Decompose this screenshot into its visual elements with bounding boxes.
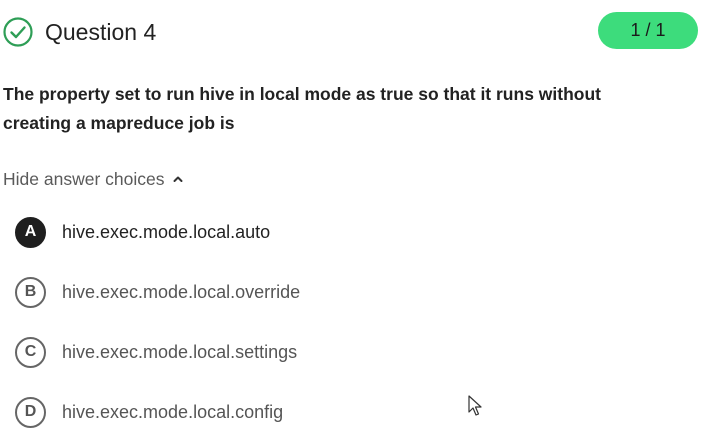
question-prompt-line-1: The property set to run hive in local mo… xyxy=(3,84,601,104)
hide-answer-choices-toggle[interactable]: Hide answer choices xyxy=(3,167,184,191)
choice-letter-badge: D xyxy=(15,396,46,428)
choice-letter-badge: C xyxy=(15,336,46,368)
choice-letter-badge: B xyxy=(15,276,46,308)
question-title: Question 4 xyxy=(45,19,157,45)
question-prompt: The property set to run hive in local mo… xyxy=(3,80,693,138)
question-prompt-line-2: creating a mapreduce job is xyxy=(3,113,235,133)
answer-choice-d[interactable]: D hive.exec.mode.local.config xyxy=(15,395,283,429)
answer-choice-a[interactable]: A hive.exec.mode.local.auto xyxy=(15,215,270,249)
mouse-pointer-icon xyxy=(468,395,482,416)
toggle-label: Hide answer choices xyxy=(3,169,165,189)
choice-text: hive.exec.mode.local.config xyxy=(62,401,284,422)
check-circle-icon xyxy=(3,17,33,47)
answer-choice-b[interactable]: B hive.exec.mode.local.override xyxy=(15,275,300,309)
quiz-question-panel: Question 4 1 / 1 The property set to run… xyxy=(0,0,707,440)
choice-letter-badge: A xyxy=(15,216,46,248)
choice-text: hive.exec.mode.local.settings xyxy=(62,341,298,362)
score-badge: 1 / 1 xyxy=(598,12,698,49)
choice-text: hive.exec.mode.local.override xyxy=(62,281,301,302)
choice-text: hive.exec.mode.local.auto xyxy=(62,221,271,242)
question-header: Question 4 1 / 1 xyxy=(0,10,707,52)
answer-choice-c[interactable]: C hive.exec.mode.local.settings xyxy=(15,335,297,369)
chevron-up-icon xyxy=(173,176,183,182)
